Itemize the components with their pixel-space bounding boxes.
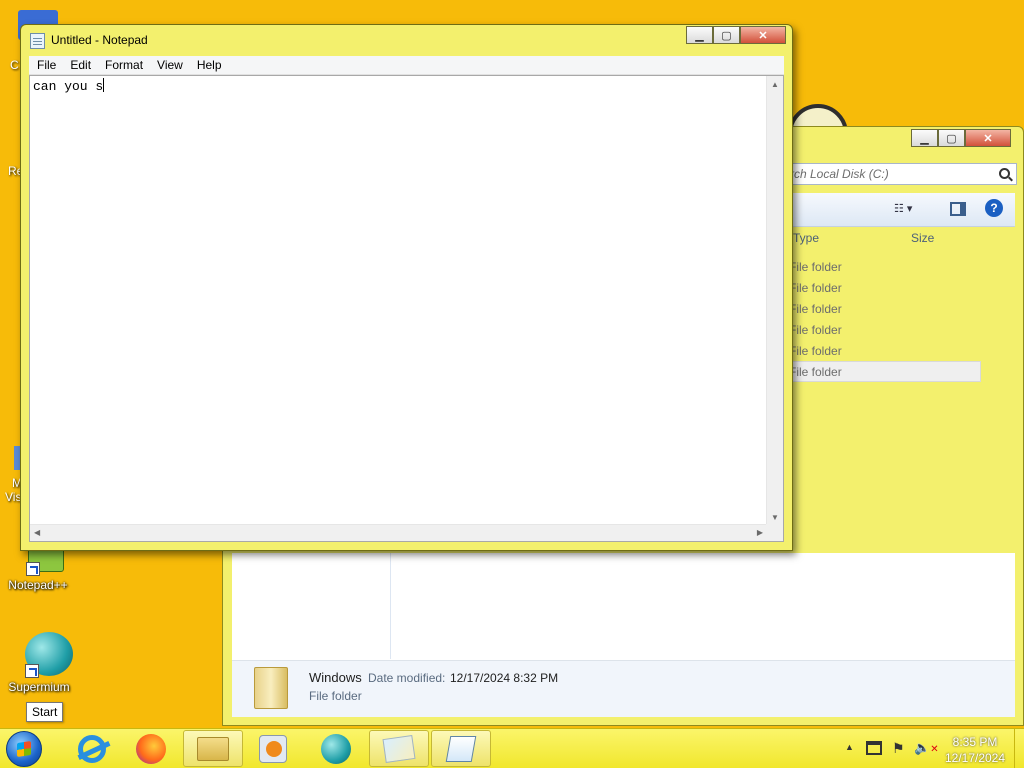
taskbar-internet-explorer[interactable] [62,730,122,767]
desktop-icon-label: Supermium [8,680,70,694]
taskbar-clock[interactable]: 8:35 PM 12/17/2024 [942,734,1008,766]
taskbar: ▲ ⚑ 🔈✕ 8:35 PM 12/17/2024 [0,728,1024,768]
desktop-partial-label-1: C [10,58,19,72]
preview-pane-icon[interactable] [950,202,966,216]
desktop-icon-label: Notepad++ [8,578,68,592]
search-placeholder: rch Local Disk (C:) [790,167,889,181]
taskbar-firefox[interactable] [121,730,181,767]
details-name: Windows [309,670,362,685]
file-type-cell: File folder [789,302,842,316]
scroll-up-arrow-icon[interactable]: ▲ [771,80,779,89]
network-icon[interactable] [866,741,882,755]
file-type-cell: File folder [789,260,842,274]
file-explorer-icon [197,736,229,761]
nav-pane-divider [390,553,391,659]
maximize-button[interactable]: ▢ [713,26,740,44]
start-tooltip: Start [26,702,64,722]
column-header-size[interactable]: Size [911,231,934,245]
menu-view[interactable]: View [150,58,190,72]
taskbar-notepad[interactable] [431,730,491,767]
file-type-cell: File folder [789,323,842,337]
file-type-cell: File folder [789,365,842,379]
explorer-body: Windows Date modified: 12/17/2024 8:32 P… [232,553,1015,717]
maximize-button[interactable]: ▢ [938,129,965,147]
column-header-type[interactable]: Type [793,231,819,245]
notepad-window-controls: ▁ ▢ ✕ [686,26,786,44]
notepad-icon [445,735,477,762]
menu-file[interactable]: File [30,58,63,72]
search-input[interactable]: rch Local Disk (C:) [783,163,1017,185]
help-icon[interactable]: ? [985,199,1003,217]
start-button[interactable] [6,731,42,767]
folder-icon [254,667,288,709]
search-icon[interactable] [999,168,1010,179]
scroll-left-arrow-icon[interactable]: ◀ [34,528,40,537]
text-caret [103,78,105,92]
menu-edit[interactable]: Edit [63,58,98,72]
notepad-plus-plus-icon [14,548,64,576]
explorer-window-controls: ▁ ▢ ✕ [911,129,1011,147]
minimize-button[interactable]: ▁ [686,26,713,44]
notepad-app-icon[interactable] [30,33,45,49]
supermium-icon [15,630,73,678]
details-kind: File folder [309,689,362,703]
clock-date: 12/17/2024 [944,751,1006,765]
taskbar-supermium[interactable] [306,730,366,767]
action-center-flag-icon[interactable]: ⚑ [892,740,905,757]
menu-help[interactable]: Help [190,58,229,72]
show-desktop-button[interactable] [1014,729,1024,768]
scroll-right-arrow-icon[interactable]: ▶ [757,528,763,537]
taskbar-file-explorer[interactable] [183,730,243,767]
desktop-partial-label-4: Vis [5,490,22,504]
file-type-cell: File folder [789,281,842,295]
desktop-icon-supermium[interactable]: Supermium [4,630,74,694]
details-date-value: 12/17/2024 8:32 PM [450,671,559,685]
scroll-down-arrow-icon[interactable]: ▼ [771,513,779,522]
details-date-label: Date modified: [368,671,446,685]
supermium-icon [321,733,351,764]
horizontal-scrollbar[interactable]: ◀ ▶ [30,524,767,541]
menu-format[interactable]: Format [98,58,150,72]
file-type-cell: File folder [789,344,842,358]
firefox-icon [136,733,166,764]
menu-bar: File Edit Format View Help [29,56,784,75]
close-button[interactable]: ✕ [965,129,1011,147]
media-player-icon [259,734,287,763]
minimize-button[interactable]: ▁ [911,129,938,147]
close-button[interactable]: ✕ [740,26,786,44]
resize-grip[interactable] [766,524,783,541]
desktop-icon-notepad-plus-plus[interactable]: Notepad++ [3,548,73,592]
volume-muted-icon[interactable]: 🔈✕ [914,740,939,756]
show-hidden-icons-icon[interactable]: ▲ [845,742,854,752]
internet-explorer-icon [77,734,111,763]
notepad-window[interactable]: Untitled - Notepad ▁ ▢ ✕ File Edit Forma… [20,24,793,551]
taskbar-folder-window[interactable] [369,730,429,767]
clock-time: 8:35 PM [952,735,998,749]
text-editor-area[interactable]: can you s ▲ ▼ ◀ ▶ [29,75,784,542]
details-pane: Windows Date modified: 12/17/2024 8:32 P… [232,660,1015,717]
view-options-icon[interactable]: ☷ ▾ [894,202,922,218]
window-title: Untitled - Notepad [51,33,148,47]
folder-window-icon [382,734,416,763]
vertical-scrollbar[interactable]: ▲ ▼ [766,76,783,526]
taskbar-media-player[interactable] [243,730,303,767]
editor-text: can you s [33,78,105,94]
